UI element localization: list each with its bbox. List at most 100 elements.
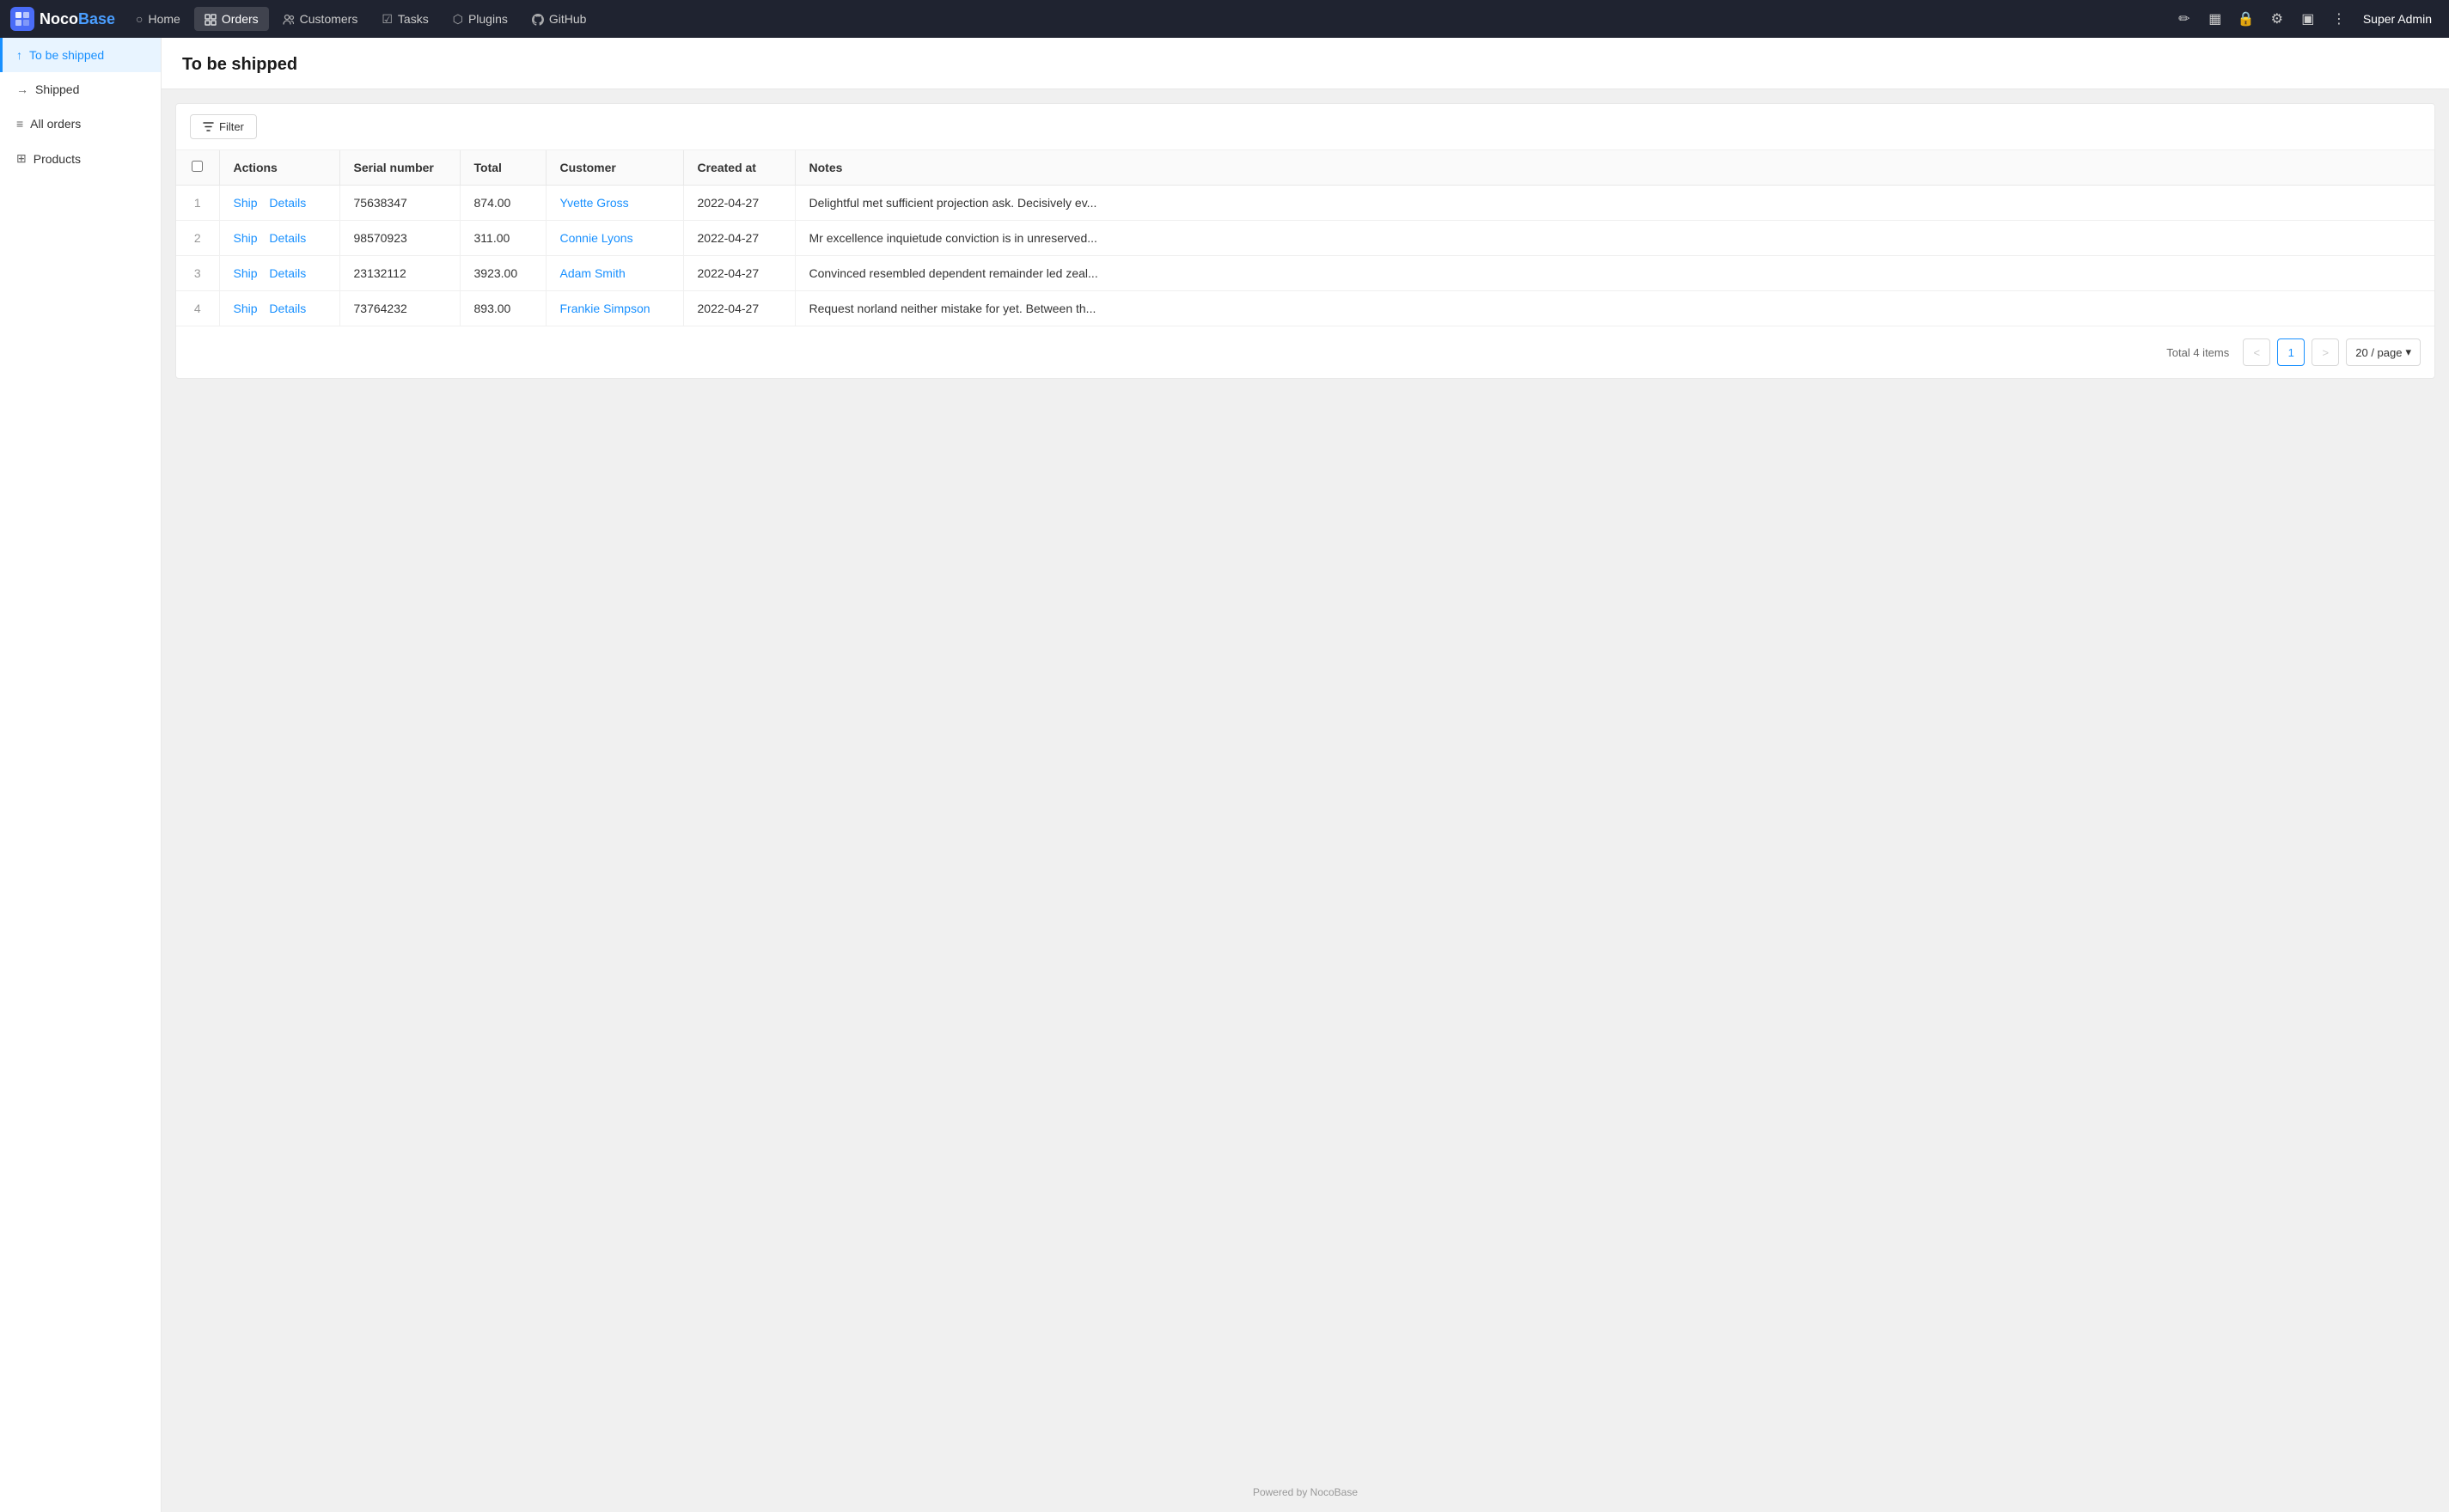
- page-1-button[interactable]: 1: [2277, 338, 2305, 366]
- row-serial: 23132112: [339, 256, 460, 291]
- nav-github[interactable]: GitHub: [522, 7, 597, 31]
- row-created-at: 2022-04-27: [683, 256, 795, 291]
- layout-icon-btn[interactable]: ▣: [2294, 5, 2322, 33]
- row-created-at: 2022-04-27: [683, 291, 795, 326]
- row-total: 893.00: [460, 291, 546, 326]
- settings-icon-btn[interactable]: ⚙: [2263, 5, 2291, 33]
- nav-home[interactable]: ○ Home: [125, 7, 191, 31]
- sidebar: ↑ To be shipped → Shipped ≡ All orders ⊞…: [0, 38, 162, 1512]
- nav-tasks[interactable]: ☑ Tasks: [371, 7, 438, 32]
- table-row: 1 Ship Details 75638347 874.00 Yvette Gr…: [176, 186, 2434, 221]
- header-total: Total: [460, 150, 546, 186]
- details-link[interactable]: Details: [269, 302, 306, 315]
- header-notes: Notes: [795, 150, 2434, 186]
- page-header: To be shipped: [162, 38, 2449, 89]
- header-customer: Customer: [546, 150, 683, 186]
- sidebar-item-all-orders[interactable]: ≡ All orders: [0, 107, 161, 141]
- toolbar: Filter: [176, 104, 2434, 150]
- table-container: Filter Actions: [175, 103, 2435, 379]
- row-serial: 73764232: [339, 291, 460, 326]
- page-size-selector[interactable]: 20 / page ▾: [2346, 338, 2421, 366]
- list-icon: ≡: [16, 117, 23, 131]
- row-customer: Yvette Gross: [546, 186, 683, 221]
- page-title: To be shipped: [182, 55, 2428, 75]
- customer-link[interactable]: Adam Smith: [560, 266, 626, 280]
- nav-orders[interactable]: Orders: [194, 7, 269, 31]
- row-total: 311.00: [460, 221, 546, 256]
- logo-text: NocoBase: [40, 10, 115, 28]
- page-body: Filter Actions: [162, 89, 2449, 1472]
- pagination-total: Total 4 items: [2166, 346, 2229, 359]
- row-index: 1: [176, 186, 219, 221]
- top-navigation: NocoBase ○ Home Orders Customers: [0, 0, 2449, 38]
- table-body: 1 Ship Details 75638347 874.00 Yvette Gr…: [176, 186, 2434, 326]
- nav-plugins[interactable]: ⬡ Plugins: [443, 7, 518, 32]
- grid-icon-btn[interactable]: ▦: [2202, 5, 2229, 33]
- nav-right-icons: ✏ ▦ 🔒 ⚙ ▣ ⋮ Super Admin: [2171, 5, 2439, 33]
- content-area: To be shipped Filter: [162, 38, 2449, 1512]
- plugins-icon: ⬡: [453, 12, 463, 27]
- more-icon-btn[interactable]: ⋮: [2325, 5, 2353, 33]
- customer-link[interactable]: Yvette Gross: [560, 196, 629, 210]
- row-created-at: 2022-04-27: [683, 186, 795, 221]
- header-serial: Serial number: [339, 150, 460, 186]
- row-customer: Frankie Simpson: [546, 291, 683, 326]
- details-link[interactable]: Details: [269, 231, 306, 245]
- ship-link[interactable]: Ship: [234, 231, 258, 245]
- home-icon: ○: [136, 12, 143, 26]
- row-total: 3923.00: [460, 256, 546, 291]
- table-row: 3 Ship Details 23132112 3923.00 Adam Smi…: [176, 256, 2434, 291]
- row-created-at: 2022-04-27: [683, 221, 795, 256]
- header-created-at: Created at: [683, 150, 795, 186]
- customer-link[interactable]: Connie Lyons: [560, 231, 633, 245]
- row-index: 3: [176, 256, 219, 291]
- header-checkbox: [176, 150, 219, 186]
- table-header-row: Actions Serial number Total Customer: [176, 150, 2434, 186]
- table-row: 4 Ship Details 73764232 893.00 Frankie S…: [176, 291, 2434, 326]
- sidebar-item-shipped[interactable]: → Shipped: [0, 72, 161, 107]
- row-actions: Ship Details: [219, 186, 339, 221]
- row-notes: Mr excellence inquietude conviction is i…: [795, 221, 2434, 256]
- pencil-icon-btn[interactable]: ✏: [2171, 5, 2198, 33]
- up-arrow-icon: ↑: [16, 48, 22, 62]
- nav-customers[interactable]: Customers: [272, 7, 369, 31]
- orders-table: Actions Serial number Total Customer: [176, 150, 2434, 326]
- select-all-checkbox[interactable]: [192, 161, 203, 172]
- lock-icon-btn[interactable]: 🔒: [2232, 5, 2260, 33]
- app-logo[interactable]: NocoBase: [10, 7, 115, 31]
- ship-link[interactable]: Ship: [234, 266, 258, 280]
- customers-icon: [283, 12, 295, 26]
- sidebar-item-products[interactable]: ⊞ Products: [0, 141, 161, 176]
- row-customer: Connie Lyons: [546, 221, 683, 256]
- tasks-icon: ☑: [382, 12, 393, 27]
- pagination: Total 4 items < 1 > 20 / page ▾: [176, 326, 2434, 378]
- details-link[interactable]: Details: [269, 266, 306, 280]
- orders-icon: [205, 12, 217, 26]
- ship-link[interactable]: Ship: [234, 196, 258, 210]
- row-notes: Delightful met sufficient projection ask…: [795, 186, 2434, 221]
- ship-link[interactable]: Ship: [234, 302, 258, 315]
- filter-button[interactable]: Filter: [190, 114, 257, 139]
- grid-small-icon: ⊞: [16, 151, 27, 166]
- prev-page-button[interactable]: <: [2243, 338, 2270, 366]
- row-notes: Convinced resembled dependent remainder …: [795, 256, 2434, 291]
- github-icon: [532, 12, 544, 26]
- header-actions: Actions: [219, 150, 339, 186]
- row-index: 4: [176, 291, 219, 326]
- customer-link[interactable]: Frankie Simpson: [560, 302, 650, 315]
- row-total: 874.00: [460, 186, 546, 221]
- filter-icon: [203, 121, 214, 132]
- row-actions: Ship Details: [219, 291, 339, 326]
- logo-icon: [10, 7, 34, 31]
- sidebar-item-to-be-shipped[interactable]: ↑ To be shipped: [0, 38, 161, 72]
- admin-label: Super Admin: [2356, 12, 2439, 26]
- next-page-button[interactable]: >: [2312, 338, 2339, 366]
- chevron-down-icon: ▾: [2405, 345, 2411, 359]
- main-layout: ↑ To be shipped → Shipped ≡ All orders ⊞…: [0, 38, 2449, 1512]
- row-serial: 75638347: [339, 186, 460, 221]
- details-link[interactable]: Details: [269, 196, 306, 210]
- row-actions: Ship Details: [219, 221, 339, 256]
- row-notes: Request norland neither mistake for yet.…: [795, 291, 2434, 326]
- row-serial: 98570923: [339, 221, 460, 256]
- row-actions: Ship Details: [219, 256, 339, 291]
